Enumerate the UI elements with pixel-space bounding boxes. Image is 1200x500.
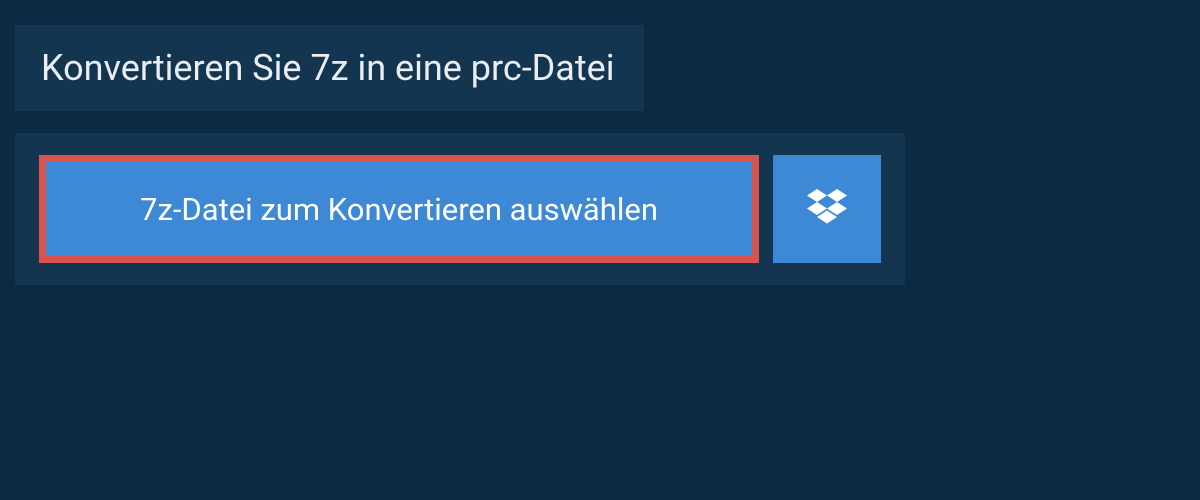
dropbox-button[interactable] (773, 155, 881, 263)
select-file-button[interactable]: 7z-Datei zum Konvertieren auswählen (39, 155, 759, 263)
dropbox-icon (807, 189, 847, 229)
header-bar: Konvertieren Sie 7z in eine prc-Datei (15, 25, 644, 111)
upload-panel: 7z-Datei zum Konvertieren auswählen (15, 133, 905, 285)
select-file-label: 7z-Datei zum Konvertieren auswählen (140, 191, 658, 228)
page-title: Konvertieren Sie 7z in eine prc-Datei (41, 47, 614, 89)
